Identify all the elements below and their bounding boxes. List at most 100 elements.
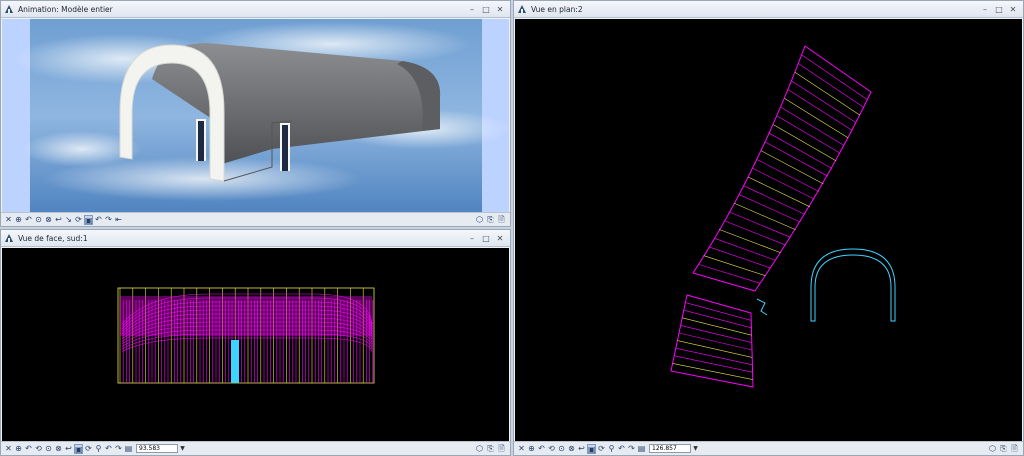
maximize-button[interactable]: □: [995, 5, 1003, 14]
front-elevation-drawing: [117, 287, 375, 384]
plan-view-window: Vue en plan:2 – □ ✕ ✕ ⊕ ↶ ⟲ ⊙ ⊗ ↩ ▣ ⟳ ⚲ …: [513, 0, 1024, 456]
3d-model-render: [12, 19, 509, 212]
previous-view-icon[interactable]: ↩: [577, 444, 586, 454]
close-view-icon[interactable]: ✕: [4, 215, 13, 225]
person-icon[interactable]: ⚲: [607, 444, 616, 454]
animation-titlebar[interactable]: Animation: Modèle entier – □ ✕: [1, 1, 510, 18]
walk-icon[interactable]: ↘: [64, 215, 73, 225]
minimize-button[interactable]: –: [468, 5, 476, 14]
hatch-line: [713, 237, 776, 261]
redo-icon[interactable]: ↷: [104, 215, 113, 225]
hatch-line: [738, 194, 801, 223]
copy-view-icon[interactable]: ⎘: [999, 444, 1008, 454]
hatch-line: [677, 340, 753, 358]
minimize-button[interactable]: –: [468, 234, 476, 243]
zoom-icon[interactable]: ⊕: [14, 215, 23, 225]
cyan-marker: [756, 298, 768, 316]
maximize-button[interactable]: □: [482, 234, 490, 243]
app-icon: [5, 5, 13, 13]
pan-icon[interactable]: ↶: [537, 444, 546, 454]
window-title: Animation: Modèle entier: [18, 4, 113, 14]
copy-view-icon[interactable]: ⎘: [486, 215, 495, 225]
chevron-down-icon[interactable]: ▼: [179, 445, 186, 452]
front-view-titlebar[interactable]: Vue de face, sud:1 – □ ✕: [1, 230, 510, 247]
zoom-scale-field[interactable]: 126.857: [649, 444, 691, 453]
pan-icon[interactable]: ↶: [24, 215, 33, 225]
tunnel-segment-upper: [692, 45, 872, 292]
undo-icon[interactable]: ↶: [104, 444, 113, 454]
animation-viewport[interactable]: [2, 19, 509, 212]
previous-view-icon[interactable]: ↩: [54, 215, 63, 225]
hatch-line: [678, 332, 753, 351]
maximize-button[interactable]: □: [482, 5, 490, 14]
tunnel-segment-lower: [670, 294, 754, 388]
window-title: Vue de face, sud:1: [18, 233, 88, 243]
undo-icon[interactable]: ↶: [94, 215, 103, 225]
hatch-line: [794, 71, 860, 116]
roof-fill: [120, 296, 372, 336]
zoom-out-icon[interactable]: ⊗: [54, 444, 63, 454]
hatch-line: [683, 309, 752, 329]
zoom-in-icon[interactable]: ⊙: [44, 444, 53, 454]
window-title: Vue en plan:2: [531, 4, 583, 14]
minimize-button[interactable]: –: [981, 5, 989, 14]
chevron-down-icon[interactable]: ▼: [692, 445, 699, 452]
zoom-in-icon[interactable]: ⊙: [557, 444, 566, 454]
rotate-icon[interactable]: ⟲: [547, 444, 556, 454]
hatch-line: [718, 229, 781, 254]
hatch-line: [776, 115, 841, 154]
hatch-line: [674, 355, 753, 373]
plan-view-titlebar[interactable]: Vue en plan:2 – □ ✕: [514, 1, 1023, 18]
redo-icon[interactable]: ↷: [114, 444, 123, 454]
render-mode-icon[interactable]: ⬡: [988, 444, 997, 454]
document-icon[interactable]: 🗎: [1010, 444, 1019, 454]
zoom-out-icon[interactable]: ⊗: [44, 215, 53, 225]
close-button[interactable]: ✕: [1009, 5, 1017, 14]
redo-icon[interactable]: ↷: [627, 444, 636, 454]
front-view-toolbar: ✕ ⊕ ↶ ⟲ ⊙ ⊗ ↩ ▣ ⟳ ⚲ ↶ ↷ ▤ 93.583 ▼ ⬡ ⎘ 🗎: [1, 441, 510, 455]
undo-icon[interactable]: ↶: [617, 444, 626, 454]
refresh-icon[interactable]: ⟳: [597, 444, 606, 454]
previous-view-icon[interactable]: ↩: [64, 444, 73, 454]
zoom-in-icon[interactable]: ⊙: [34, 215, 43, 225]
hatch-line: [765, 141, 828, 177]
print-icon[interactable]: ▤: [637, 444, 646, 454]
hatch-line: [769, 133, 833, 169]
first-frame-icon[interactable]: ⇤: [114, 215, 123, 225]
rotate-icon[interactable]: ⟳: [74, 215, 83, 225]
document-icon[interactable]: 🗎: [497, 215, 506, 225]
hatch-line: [787, 89, 853, 131]
window-zoom-icon[interactable]: ▣: [587, 443, 596, 454]
door-marker: [231, 340, 239, 383]
camera-icon[interactable]: ▣: [84, 214, 93, 225]
rotate-icon[interactable]: ⟲: [34, 444, 43, 454]
zoom-icon[interactable]: ⊕: [527, 444, 536, 454]
person-icon[interactable]: ⚲: [94, 444, 103, 454]
close-view-icon[interactable]: ✕: [517, 444, 526, 454]
app-icon: [518, 5, 526, 13]
close-view-icon[interactable]: ✕: [4, 444, 13, 454]
plan-view-toolbar: ✕ ⊕ ↶ ⟲ ⊙ ⊗ ↩ ▣ ⟳ ⚲ ↶ ↷ ▤ 126.857 ▼ ⬡ ⎘ …: [514, 441, 1023, 455]
close-button[interactable]: ✕: [496, 5, 504, 14]
hatch-line: [784, 98, 849, 139]
zoom-scale-field[interactable]: 93.583: [136, 444, 178, 453]
close-button[interactable]: ✕: [496, 234, 504, 243]
zoom-icon[interactable]: ⊕: [14, 444, 23, 454]
hatch-line: [675, 347, 753, 366]
render-mode-icon[interactable]: ⬡: [475, 444, 484, 454]
hatch-line: [780, 106, 845, 146]
zoom-out-icon[interactable]: ⊗: [567, 444, 576, 454]
plan-view-viewport[interactable]: [515, 19, 1022, 441]
window-zoom-icon[interactable]: ▣: [74, 443, 83, 454]
front-view-viewport[interactable]: [2, 248, 509, 441]
render-mode-icon[interactable]: ⬡: [475, 215, 484, 225]
document-icon[interactable]: 🗎: [497, 444, 506, 454]
hatch-line: [680, 325, 752, 343]
hatch-line: [698, 263, 761, 284]
plan-drawing: [670, 45, 896, 388]
app-icon: [5, 234, 13, 242]
pan-icon[interactable]: ↶: [24, 444, 33, 454]
refresh-icon[interactable]: ⟳: [84, 444, 93, 454]
copy-view-icon[interactable]: ⎘: [486, 444, 495, 454]
print-icon[interactable]: ▤: [124, 444, 133, 454]
